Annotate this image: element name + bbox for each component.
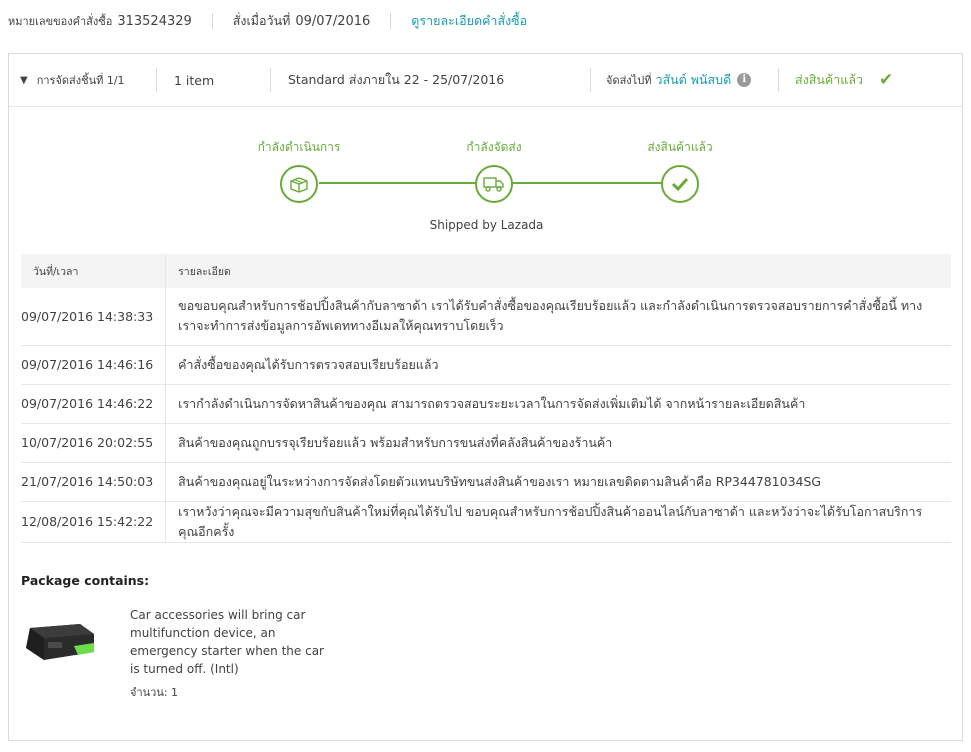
shipped-by-text: Shipped by Lazada bbox=[429, 218, 544, 232]
row-details: เรากำลังดำเนินการจัดหาสินค้าของคุณ สามาร… bbox=[165, 384, 951, 424]
product-quantity: จำนวน: 1 bbox=[130, 686, 179, 699]
ordered-date-label: สั่งเมื่อวันที่ bbox=[232, 13, 291, 28]
row-details: คำสั่งซื้อของคุณได้รับการตรวจสอบเรียบร้อ… bbox=[165, 345, 951, 385]
divider bbox=[390, 13, 392, 29]
order-summary-bar: หมายเลขของคำสั่งซื้อ 313524329 สั่งเมื่อ… bbox=[8, 12, 527, 30]
ship-to-label: จัดส่งไปที่ bbox=[606, 74, 652, 87]
shipping-method: Standard ส่งภายใน 22 - 25/07/2016 bbox=[288, 72, 505, 87]
row-datetime: 10/07/2016 20:02:55 bbox=[21, 423, 167, 463]
divider bbox=[590, 68, 591, 92]
row-details: ขอขอบคุณสำหรับการช้อปปิ้งสินค้ากับลาซาด้… bbox=[165, 288, 951, 346]
divider bbox=[778, 68, 779, 92]
column-header-datetime: วันที่/เวลา bbox=[21, 254, 167, 288]
table-row: 12/08/2016 15:42:22 เราหวังว่าคุณจะมีควา… bbox=[21, 501, 951, 543]
row-datetime: 09/07/2016 14:38:33 bbox=[21, 288, 167, 346]
row-details: เราหวังว่าคุณจะมีความสุขกับสินค้าใหม่ที่… bbox=[165, 501, 951, 543]
caret-down-icon: ▼ bbox=[20, 74, 28, 86]
step-label-delivered: ส่งสินค้าแล้ว bbox=[647, 140, 713, 154]
product-image[interactable] bbox=[22, 620, 96, 664]
table-header-row: วันที่/เวลา รายละเอียด bbox=[21, 254, 951, 288]
tracking-table: วันที่/เวลา รายละเอียด 09/07/2016 14:38:… bbox=[21, 254, 951, 543]
row-datetime: 09/07/2016 14:46:16 bbox=[21, 345, 167, 385]
order-number: 313524329 bbox=[117, 13, 192, 29]
ordered-date: 09/07/2016 bbox=[295, 13, 371, 29]
table-row: 21/07/2016 14:50:03 สินค้าของคุณอยู่ในระ… bbox=[21, 462, 951, 502]
order-number-label: หมายเลขของคำสั่งซื้อ bbox=[8, 15, 113, 28]
item-count: 1 item bbox=[174, 72, 215, 88]
check-icon: ✔ bbox=[879, 70, 894, 90]
check-icon bbox=[671, 177, 689, 191]
step-processing bbox=[280, 165, 318, 203]
row-details: สินค้าของคุณอยู่ในระหว่างการจัดส่งโดยตัว… bbox=[165, 462, 951, 502]
step-delivered bbox=[661, 165, 699, 203]
table-row: 09/07/2016 14:46:22 เรากำลังดำเนินการจัด… bbox=[21, 384, 951, 424]
column-header-details: รายละเอียด bbox=[165, 254, 951, 288]
shipment-label: การจัดส่งชิ้นที่ 1/1 bbox=[36, 74, 125, 87]
shipment-status: ส่งสินค้าแล้ว bbox=[795, 72, 864, 87]
divider bbox=[270, 68, 271, 92]
order-details-link[interactable]: ดูรายละเอียดคำสั่งซื้อ bbox=[411, 11, 527, 31]
divider bbox=[211, 13, 213, 29]
product-name[interactable]: Car accessories will bring car multifunc… bbox=[130, 606, 325, 678]
table-row: 10/07/2016 20:02:55 สินค้าของคุณถูกบรรจุ… bbox=[21, 423, 951, 463]
step-label-processing: กำลังดำเนินการ bbox=[257, 140, 341, 154]
recipient-name[interactable]: วสันต์ พนัสบดี bbox=[655, 70, 731, 90]
info-icon[interactable]: i bbox=[737, 73, 752, 87]
step-label-shipping: กำลังจัดส่ง bbox=[466, 140, 522, 154]
jump-starter-image bbox=[26, 624, 94, 660]
row-datetime: 21/07/2016 14:50:03 bbox=[21, 462, 167, 502]
step-shipping bbox=[475, 165, 513, 203]
row-details: สินค้าของคุณถูกบรรจุเรียบร้อยแล้ว พร้อมส… bbox=[165, 423, 951, 463]
package-title: Package contains: bbox=[21, 573, 150, 588]
table-row: 09/07/2016 14:46:16 คำสั่งซื้อของคุณได้ร… bbox=[21, 345, 951, 385]
truck-icon bbox=[483, 177, 504, 192]
table-row: 09/07/2016 14:38:33 ขอขอบคุณสำหรับการช้อ… bbox=[21, 288, 951, 346]
row-datetime: 12/08/2016 15:42:22 bbox=[21, 501, 167, 543]
shipment-header: ▼ การจัดส่งชิ้นที่ 1/1 1 item Standard ส… bbox=[9, 54, 962, 107]
shipment-toggle[interactable]: ▼ การจัดส่งชิ้นที่ 1/1 bbox=[20, 54, 125, 106]
divider bbox=[156, 68, 157, 92]
row-datetime: 09/07/2016 14:46:22 bbox=[21, 384, 167, 424]
box-icon bbox=[290, 177, 308, 193]
